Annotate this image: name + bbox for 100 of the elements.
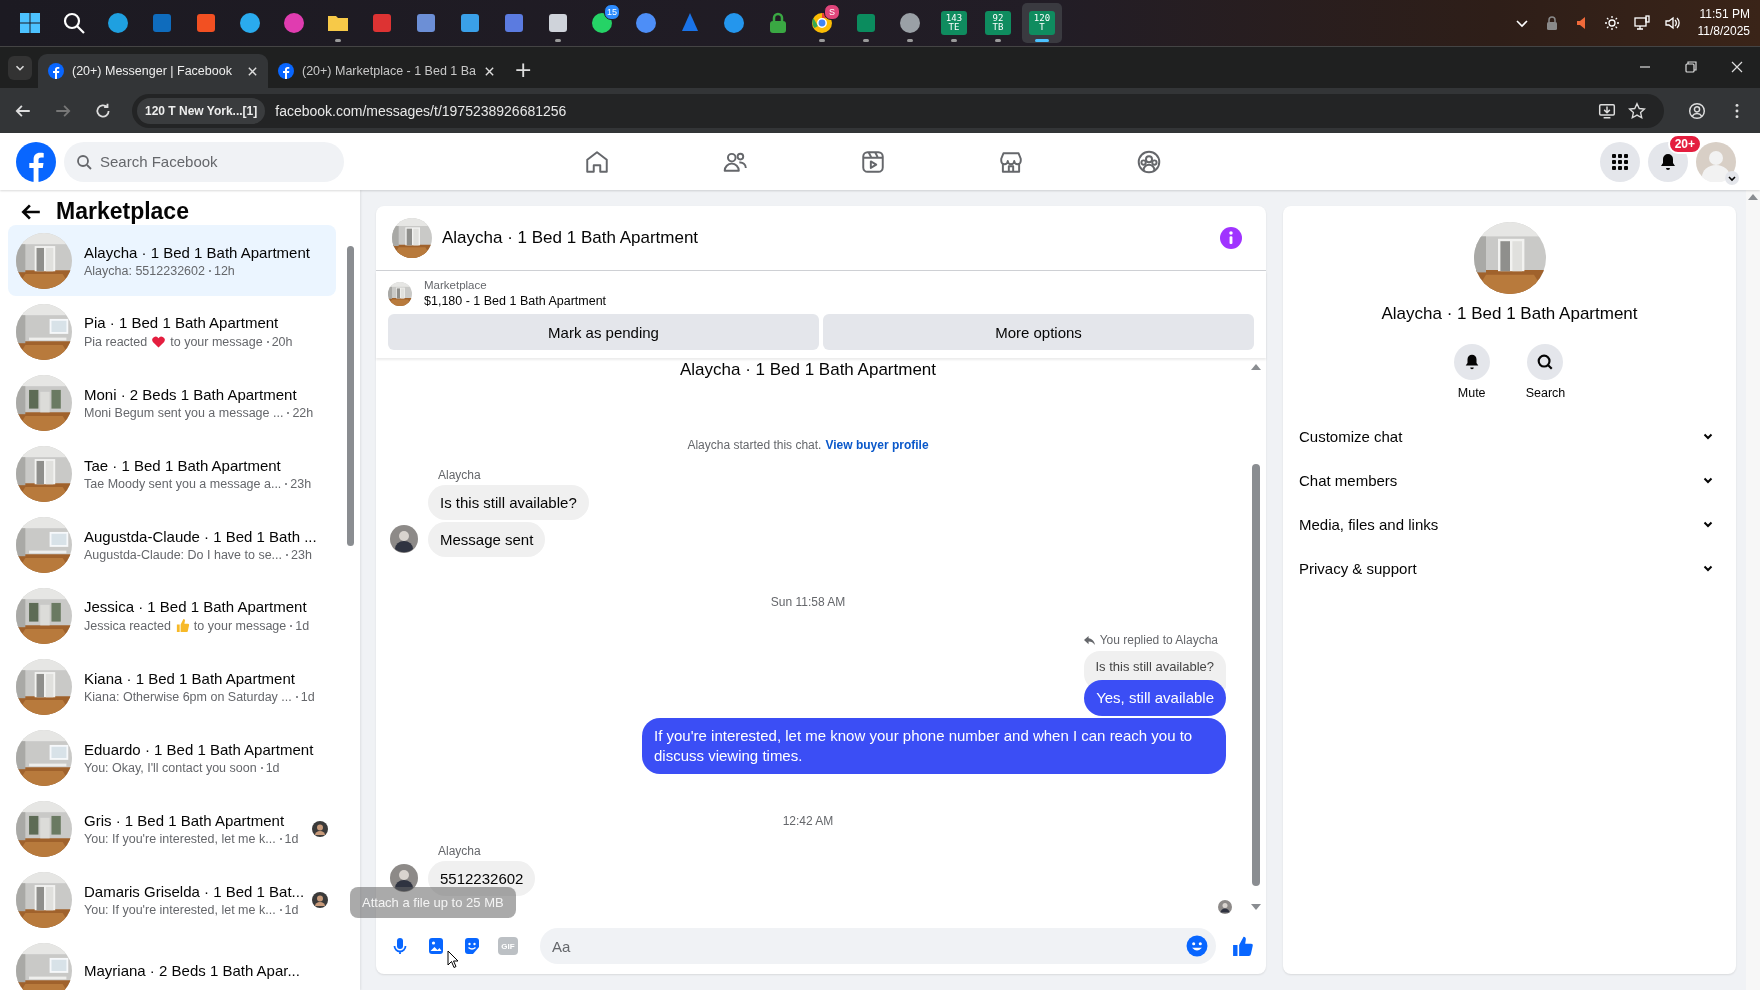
accordion-item[interactable]: Customize chat (1291, 414, 1728, 458)
app-icon (414, 11, 438, 35)
message-preview: to your message (193, 618, 287, 633)
message-preview: Jessica reacted (84, 618, 171, 633)
conversation-title: Mayriana · 2 Beds 1 Bath Apar... (84, 962, 301, 979)
conversation-item[interactable]: Kiana · 1 Bed 1 Bath Apartment Kiana: Otherwise 6pm on Saturday ... 1d (8, 651, 336, 722)
message-preview: Pia reacted (84, 334, 148, 349)
app-icon (810, 11, 834, 35)
timestamp: 22h (287, 405, 314, 420)
site-info-chip[interactable]: 120 T New York...[1] (137, 97, 266, 124)
notification-badge: S (824, 4, 840, 20)
image-icon[interactable] (426, 936, 446, 956)
profile-avatar[interactable] (1696, 141, 1736, 182)
message-preview: Kiana: Otherwise 6pm on Saturday ... (84, 689, 292, 704)
close-tab-icon[interactable] (484, 65, 496, 77)
conversation-item[interactable]: Gris · 1 Bed 1 Bath Apartment You: If you're interested, let me k... 1d (8, 793, 336, 864)
notification-badge: 15 (604, 4, 620, 20)
conversation-item[interactable]: Augustda-Claude · 1 Bed 1 Bath ... Augustda-Claude: Do I have to se... 23h (8, 509, 336, 580)
close-tab-icon[interactable] (247, 65, 258, 77)
scrollbar-thumb[interactable] (1252, 464, 1260, 886)
network-icon[interactable] (1633, 15, 1650, 31)
conversation-item[interactable]: Jessica · 1 Bed 1 Bath Apartment Jessica reacted to your message 1d (8, 580, 336, 651)
conversation-item[interactable]: Alaycha · 1 Bed 1 Bath Apartment Alaycha: 5512232602 12h (8, 225, 336, 296)
star-icon[interactable] (1628, 101, 1646, 120)
taskbar-app-button[interactable]: 120 T (1022, 3, 1062, 43)
avatar[interactable] (390, 525, 418, 553)
search-icon (62, 11, 86, 35)
volume-icon[interactable] (1663, 15, 1680, 31)
listing-action-button[interactable]: More options (823, 314, 1254, 350)
message-bubble: Message sent (428, 522, 546, 557)
search-icon (76, 153, 92, 170)
conversation-item[interactable]: Moni · 2 Beds 1 Bath Apartment Moni Begum sent you a message ... 22h (8, 367, 336, 438)
emoji-icon[interactable] (1186, 935, 1208, 957)
accordion-item[interactable]: Privacy & support (1291, 546, 1728, 590)
scrollbar[interactable] (1746, 190, 1760, 990)
app-icon (370, 11, 394, 35)
conversation-item[interactable]: Mayriana · 2 Beds 1 Bath Apar... (8, 935, 336, 990)
accordion-item[interactable]: Media, files and links (1291, 502, 1728, 546)
app-icon (854, 11, 878, 35)
caret-icon[interactable] (1725, 170, 1739, 185)
app-icon (106, 11, 130, 35)
conversation-title: Moni · 2 Beds 1 Bath Apartment (84, 385, 298, 403)
listing-source: Marketplace (424, 279, 488, 291)
message-input[interactable]: Aa (540, 928, 1216, 964)
view-buyer-profile-link[interactable]: View buyer profile (825, 438, 929, 452)
avatar[interactable] (390, 864, 418, 892)
listing-action-button[interactable]: Mark as pending (388, 314, 819, 350)
browser-tab[interactable]: (20+) Marketplace - 1 Bed 1 Ba (268, 54, 498, 88)
windows-logo-icon (18, 11, 42, 35)
sender-name: Alaycha (438, 844, 482, 858)
tab-title: (20+) Marketplace - 1 Bed 1 Ba (302, 64, 477, 78)
scroll-up-icon[interactable] (1251, 364, 1261, 370)
action-label: Search (1525, 386, 1566, 400)
brightness-icon[interactable] (1603, 15, 1620, 31)
bell-icon (1658, 151, 1678, 172)
timestamp: 23h (285, 476, 312, 491)
thumbs-up-icon (174, 618, 190, 633)
taskbar-app-button[interactable]: S (802, 3, 842, 43)
thumbs-up-icon[interactable] (1232, 935, 1254, 957)
timestamp: 1d (295, 689, 315, 704)
conversation-title: Gris · 1 Bed 1 Bath Apartment (84, 811, 286, 829)
scroll-down-icon[interactable] (1251, 904, 1261, 910)
taskbar-app-button[interactable]: 143 TE (934, 3, 974, 43)
conversation-item[interactable]: Tae · 1 Bed 1 Bath Apartment Tae Moody sent you a message a... 23h (8, 438, 336, 509)
sidebar-title: Marketplace (56, 198, 189, 225)
taskbar-app-button[interactable]: 92 TB (978, 3, 1018, 43)
conversation-item[interactable]: Pia · 1 Bed 1 Bath Apartment Pia reacted to your message 20h (8, 296, 336, 367)
info-icon[interactable] (1220, 227, 1242, 249)
mute-button[interactable] (1453, 344, 1490, 380)
timestamp: 12h (208, 263, 235, 278)
chat-started-note: Alaycha started this chat. (687, 438, 822, 452)
conversation-item[interactable]: Damaris Griselda · 1 Bed 1 Bat... You: If you're interested, let me k... 1d (8, 864, 336, 935)
timestamp: 20h (266, 334, 293, 349)
heart-icon (151, 334, 167, 349)
scroll-up-icon[interactable] (1748, 194, 1758, 200)
timestamp: 1d (290, 618, 310, 633)
facebook-favicon-icon (48, 63, 64, 79)
scrollbar-thumb[interactable] (347, 246, 354, 546)
address-bar[interactable]: 120 T New York...[1] facebook.com/messages/t/1975238926681256 (132, 93, 1664, 128)
app-tile-icon: 143 TE (941, 11, 967, 35)
conversation-item[interactable]: Eduardo · 1 Bed 1 Bath Apartment You: Okay, I'll contact you soon 1d (8, 722, 336, 793)
tab-search-button[interactable] (8, 56, 32, 80)
conversation-title: Jessica · 1 Bed 1 Bath Apartment (84, 598, 308, 615)
new-tab-button[interactable]: + (508, 56, 539, 84)
close-icon[interactable] (1729, 59, 1745, 75)
message-bubble: Is this still available? (428, 485, 589, 520)
search-button[interactable] (1527, 344, 1564, 380)
menu-button[interactable] (1600, 141, 1640, 182)
accordion-item[interactable]: Chat members (1291, 458, 1728, 502)
profile-icon[interactable] (1688, 101, 1706, 120)
browser-tab[interactable]: (20+) Messenger | Facebook (38, 54, 268, 88)
sticker-icon[interactable] (462, 936, 482, 956)
timestamp: 1d (279, 831, 299, 846)
search-field[interactable]: Search Facebook (64, 141, 344, 182)
message-bubble: Yes, still available (1084, 680, 1226, 716)
facebook-logo-icon[interactable] (16, 141, 56, 182)
restore-icon[interactable] (1683, 59, 1699, 75)
clock[interactable]: 11:51 PM 11/8/2025 (1697, 6, 1750, 40)
install-app-icon[interactable] (1598, 101, 1616, 120)
reload-icon[interactable] (94, 101, 112, 120)
